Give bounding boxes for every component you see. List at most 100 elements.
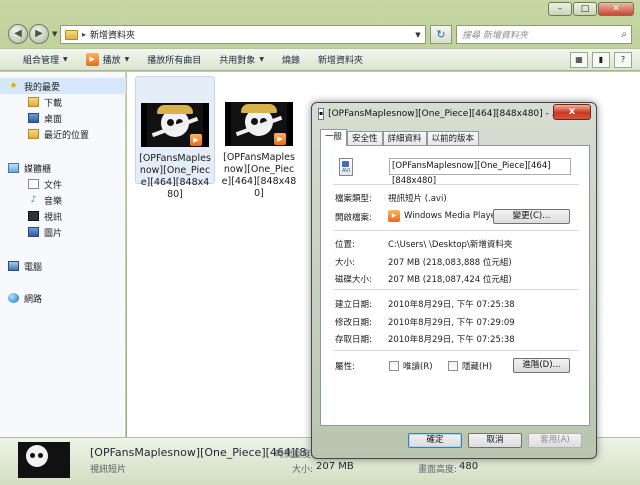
- dialog-title: [OPFansMaplesnow][One_Piece][464][848x48…: [328, 109, 558, 119]
- change-button[interactable]: 變更(C)...: [493, 209, 570, 224]
- hidden-checkbox-box[interactable]: [448, 361, 458, 371]
- chevron-down-icon[interactable]: ▼: [411, 31, 425, 39]
- file-name: [OPFansMaplesnow][One_Piece][464][848x48…: [139, 153, 211, 200]
- details-frame-height-value: 480: [459, 461, 479, 472]
- size-label: 大小:: [335, 258, 355, 268]
- share-with-label: 共用對象: [219, 56, 256, 66]
- readonly-checkbox-box[interactable]: [389, 361, 399, 371]
- details-type: 視訊短片: [90, 465, 127, 475]
- play-icon: ▶: [85, 53, 99, 66]
- nav-downloads-label: 下載: [44, 98, 63, 109]
- forward-button[interactable]: ▶: [29, 24, 49, 44]
- address-bar[interactable]: ▸ 新增資料夾 ▼: [60, 25, 426, 44]
- address-row: ◀ ▶ ▼ ▸ 新增資料夾 ▼ ↻ 搜尋 新增資料夾 ⌕: [0, 20, 640, 48]
- general-panel: AVI [OPFansMaplesnow][One_Piece][464][84…: [320, 145, 590, 426]
- folder-icon: [65, 29, 78, 40]
- dialog-tabs: 一般 安全性 詳細資料 以前的版本: [320, 129, 480, 146]
- tab-general[interactable]: 一般: [320, 129, 348, 146]
- file-item[interactable]: ▶ [OPFansMaplesnow][One_Piece][464][848x…: [219, 76, 299, 199]
- details-size-label: 大小:: [292, 465, 314, 475]
- hidden-checkbox[interactable]: 隱藏(H): [448, 360, 492, 372]
- minimize-button[interactable]: –: [548, 2, 572, 16]
- maximize-button[interactable]: □: [573, 2, 597, 16]
- preview-pane-button[interactable]: ▮: [592, 51, 610, 68]
- nav-downloads[interactable]: 下載: [0, 94, 126, 110]
- created-label: 建立日期:: [335, 300, 372, 310]
- dialog-close-button[interactable]: x: [553, 104, 591, 120]
- chevron-right-icon[interactable]: ▸: [82, 30, 86, 39]
- file-name: [OPFansMaplesnow][One_Piece][464][848x48…: [221, 152, 297, 199]
- chevron-down-icon: ▼: [124, 56, 130, 63]
- dialog-titlebar: ▪ [OPFansMaplesnow][One_Piece][464][848x…: [318, 107, 558, 121]
- play-button[interactable]: ▶ 播放 ▼: [77, 49, 139, 70]
- burn-button[interactable]: 燒錄: [273, 49, 309, 70]
- recent-places-icon: [28, 129, 39, 139]
- readonly-checkbox[interactable]: 唯讀(R): [389, 360, 433, 372]
- tab-security[interactable]: 安全性: [347, 131, 383, 146]
- favorites-group: ★ 我的最愛 下載 桌面 最近的位置: [0, 78, 126, 142]
- nav-desktop[interactable]: 桌面: [0, 110, 126, 126]
- nav-network-label: 網路: [24, 294, 43, 305]
- accessed-label: 存取日期:: [335, 335, 372, 345]
- desktop-icon: [28, 113, 39, 123]
- nav-libraries-label: 媒體櫃: [24, 164, 52, 175]
- tab-details[interactable]: 詳細資料: [382, 131, 427, 146]
- pictures-icon: [28, 227, 39, 237]
- attributes-label: 屬性:: [335, 362, 355, 372]
- nav-libraries[interactable]: 媒體櫃: [0, 160, 126, 176]
- size-on-disk-label: 磁碟大小:: [335, 275, 372, 285]
- details-duration-label: 時間長度: [275, 450, 312, 460]
- recent-pages-dropdown[interactable]: ▼: [52, 30, 57, 38]
- back-button[interactable]: ◀: [8, 24, 28, 44]
- file-item[interactable]: ▶ [OPFansMaplesnow][One_Piece][464][848x…: [135, 76, 215, 200]
- windows-media-player-icon: ▶: [388, 210, 400, 222]
- address-text: 新增資料夾: [90, 31, 136, 41]
- burn-label: 燒錄: [281, 56, 300, 66]
- tab-previous-versions[interactable]: 以前的版本: [426, 131, 480, 146]
- nav-favorites[interactable]: ★ 我的最愛: [0, 78, 126, 94]
- chevron-down-icon: ▼: [259, 56, 264, 63]
- new-folder-button[interactable]: 新增資料夾: [309, 49, 372, 70]
- help-button[interactable]: ?: [614, 51, 632, 68]
- jolly-roger-image: [26, 445, 48, 467]
- created-value: 2010年8月29日, 下午 07:25:38: [388, 300, 515, 310]
- cancel-button[interactable]: 取消: [468, 433, 522, 448]
- apply-button[interactable]: 套用(A): [528, 433, 582, 448]
- nav-desktop-label: 桌面: [44, 114, 63, 125]
- search-placeholder: 搜尋 新增資料夾: [462, 31, 528, 41]
- nav-computer[interactable]: 電腦: [0, 258, 126, 274]
- details-frame-height-label: 畫面高度:: [418, 465, 458, 475]
- nav-pictures-label: 圖片: [44, 228, 63, 239]
- music-icon: ♪: [30, 195, 37, 205]
- help-icon: ?: [620, 54, 626, 64]
- video-thumbnail: ▶: [225, 102, 293, 146]
- share-with-button[interactable]: 共用對象 ▼: [210, 49, 273, 70]
- file-icon: ▪: [318, 108, 325, 120]
- details-size-value: 207 MB: [316, 461, 354, 472]
- libraries-group: 媒體櫃 文件 ♪ 音樂 視訊 圖片: [0, 160, 126, 240]
- nav-recent[interactable]: 最近的位置: [0, 126, 126, 142]
- view-icon: ▦: [575, 54, 583, 64]
- nav-pictures[interactable]: 圖片: [0, 224, 126, 240]
- nav-documents[interactable]: 文件: [0, 176, 126, 192]
- divider: [333, 184, 579, 185]
- play-all-button[interactable]: 播放所有曲目: [138, 49, 210, 70]
- downloads-icon: [28, 97, 39, 107]
- nav-videos[interactable]: 視訊: [0, 208, 126, 224]
- accessed-value: 2010年8月29日, 下午 07:25:38: [388, 335, 515, 345]
- divider: [333, 289, 579, 290]
- nav-recent-label: 最近的位置: [44, 130, 90, 141]
- organize-button[interactable]: 組合管理 ▼: [14, 49, 77, 70]
- size-on-disk-value: 207 MB (218,087,424 位元組): [388, 275, 512, 285]
- file-name-field[interactable]: [OPFansMaplesnow][One_Piece][464][848x48…: [389, 158, 571, 186]
- videos-icon: [28, 211, 39, 221]
- advanced-button[interactable]: 進階(D)...: [513, 358, 570, 373]
- close-button[interactable]: ✕: [598, 2, 634, 16]
- nav-network[interactable]: 網路: [0, 290, 126, 306]
- ok-button[interactable]: 確定: [408, 433, 462, 448]
- search-input[interactable]: 搜尋 新增資料夾 ⌕: [456, 25, 632, 44]
- refresh-button[interactable]: ↻: [430, 25, 452, 44]
- search-icon: ⌕: [621, 29, 627, 40]
- change-view-button[interactable]: ▦: [570, 51, 588, 68]
- nav-music[interactable]: ♪ 音樂: [0, 192, 126, 208]
